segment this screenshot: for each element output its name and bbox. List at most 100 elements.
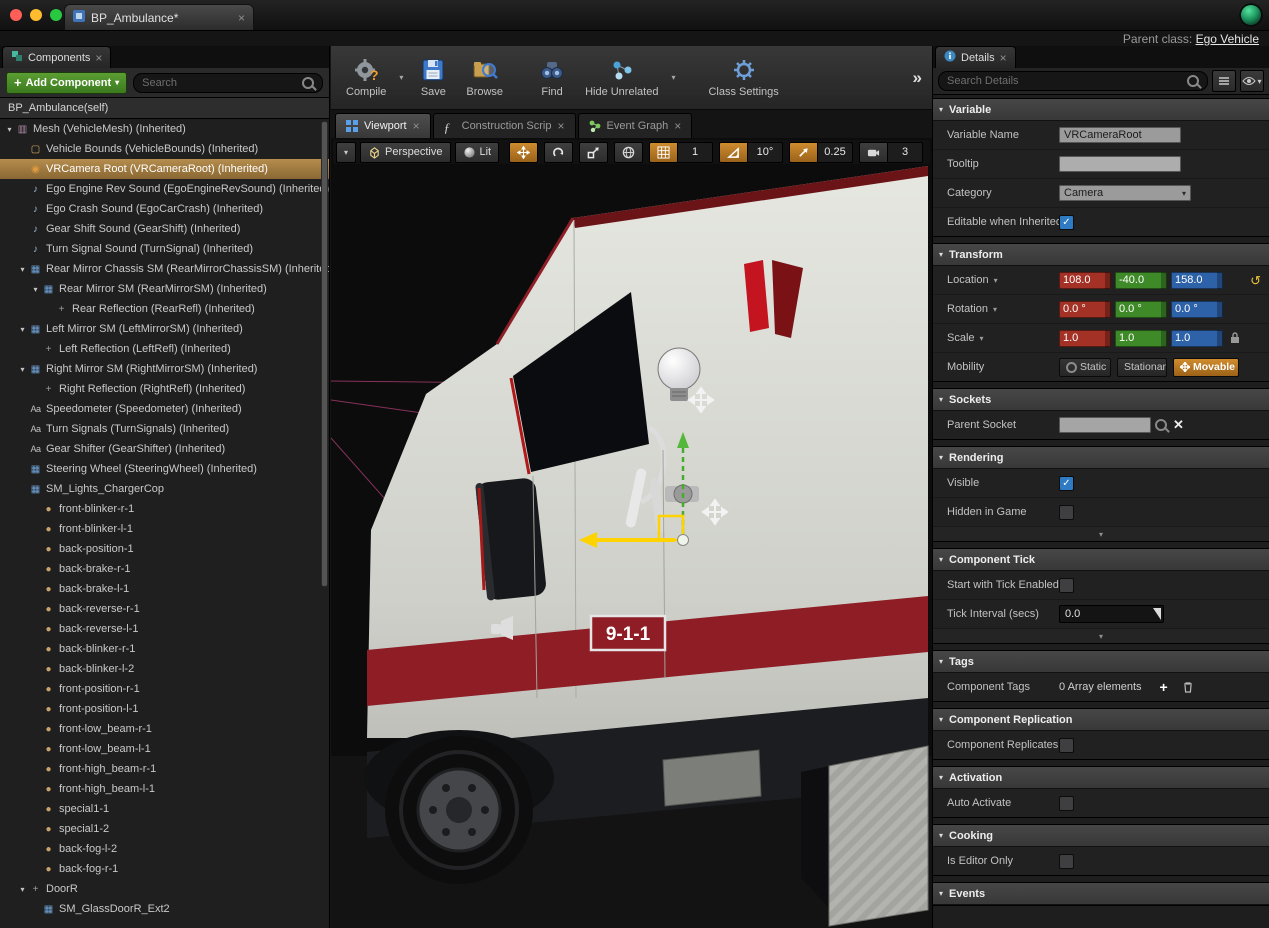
section-header-events[interactable]: ▾Events: [933, 883, 1269, 905]
expander-icon[interactable]: ▾: [4, 125, 15, 134]
axis-z-field[interactable]: 158.0: [1171, 272, 1223, 289]
find-button[interactable]: Find: [530, 53, 574, 102]
delete-elements-icon[interactable]: [1182, 681, 1194, 693]
tab-construction-scrip[interactable]: ƒConstruction Scrip×: [433, 113, 576, 138]
component-front-position-l-1[interactable]: ●front-position-l-1: [0, 699, 329, 719]
component-rear-reflection-rearrefl-inherited[interactable]: +Rear Reflection (RearRefl) (Inherited): [0, 299, 329, 319]
close-icon[interactable]: ×: [1000, 52, 1007, 64]
tooltip-field[interactable]: [1059, 156, 1181, 172]
camera-speed-value[interactable]: 3: [888, 142, 923, 163]
viewport-options-button[interactable]: ▾: [336, 142, 356, 163]
rotate-tool-button[interactable]: [544, 142, 573, 163]
save-button[interactable]: Save: [411, 53, 455, 102]
section-header-sockets[interactable]: ▾Sockets: [933, 389, 1269, 411]
component-back-fog-l-2[interactable]: ●back-fog-l-2: [0, 839, 329, 859]
close-icon[interactable]: ×: [674, 120, 681, 132]
mobility-movable-button[interactable]: Movable: [1173, 358, 1239, 377]
rotation-snap-button[interactable]: [719, 142, 748, 163]
scale-snap-button[interactable]: [789, 142, 818, 163]
globe-icon[interactable]: [1239, 3, 1263, 27]
translate-tool-button[interactable]: [509, 142, 538, 163]
axis-y-field[interactable]: 1.0: [1115, 330, 1167, 347]
component-right-mirror-sm-rightmirrorsm-inherited[interactable]: ▾▦Right Mirror SM (RightMirrorSM) (Inher…: [0, 359, 329, 379]
category-dropdown[interactable]: Camera▾: [1059, 185, 1191, 201]
component-ego-engine-rev-sound-egoenginerevsound-inherited[interactable]: ♪Ego Engine Rev Sound (EgoEngineRevSound…: [0, 179, 329, 199]
component-front-blinker-r-1[interactable]: ●front-blinker-r-1: [0, 499, 329, 519]
component-turn-signal-sound-turnsignal-inherited[interactable]: ♪Turn Signal Sound (TurnSignal) (Inherit…: [0, 239, 329, 259]
section-header-component-replication[interactable]: ▾Component Replication: [933, 709, 1269, 731]
component-special1-2[interactable]: ●special1-2: [0, 819, 329, 839]
scale-tool-button[interactable]: [579, 142, 608, 163]
reset-to-default-icon[interactable]: ↺: [1250, 274, 1261, 287]
component-back-reverse-r-1[interactable]: ●back-reverse-r-1: [0, 599, 329, 619]
component-front-position-r-1[interactable]: ●front-position-r-1: [0, 679, 329, 699]
axis-x-field[interactable]: 1.0: [1059, 330, 1111, 347]
editable-when-inherited-checkbox[interactable]: ✓: [1059, 215, 1074, 230]
lit-mode-button[interactable]: Lit: [455, 142, 500, 163]
toolbar-overflow-chevron[interactable]: »: [913, 68, 926, 88]
visible-checkbox[interactable]: ✓: [1059, 476, 1074, 491]
advanced-expander[interactable]: ▾: [933, 628, 1269, 643]
rotation-snap-value[interactable]: 10°: [748, 142, 783, 163]
close-icon[interactable]: ×: [413, 120, 420, 132]
section-header-rendering[interactable]: ▾Rendering: [933, 447, 1269, 469]
parent-socket-field[interactable]: [1059, 417, 1151, 433]
section-header-transform[interactable]: ▾Transform: [933, 244, 1269, 266]
axis-z-field[interactable]: 0.0 °: [1171, 301, 1223, 318]
scale-snap-value[interactable]: 0.25: [818, 142, 853, 163]
grid-snap-button[interactable]: [649, 142, 678, 163]
lock-icon[interactable]: [1230, 332, 1240, 344]
variable-name-field[interactable]: VRCameraRoot: [1059, 127, 1181, 143]
component-back-brake-r-1[interactable]: ●back-brake-r-1: [0, 559, 329, 579]
details-search-input[interactable]: Search Details: [938, 71, 1208, 91]
component-back-position-1[interactable]: ●back-position-1: [0, 539, 329, 559]
close-icon[interactable]: ×: [95, 52, 102, 64]
auto-activate-checkbox[interactable]: ✓: [1059, 796, 1074, 811]
close-window-button[interactable]: [10, 9, 22, 21]
chevron-down-icon[interactable]: ▾: [980, 334, 984, 343]
component-replicates-checkbox[interactable]: ✓: [1059, 738, 1074, 753]
clear-socket-icon[interactable]: ✕: [1173, 417, 1184, 433]
component-speedometer-speedometer-inherited[interactable]: AaSpeedometer (Speedometer) (Inherited): [0, 399, 329, 419]
component-rear-mirror-sm-rearmirrorsm-inherited[interactable]: ▾▦Rear Mirror SM (RearMirrorSM) (Inherit…: [0, 279, 329, 299]
tab-details[interactable]: Details ×: [935, 46, 1016, 68]
start-with-tick-enabled-checkbox[interactable]: ✓: [1059, 578, 1074, 593]
component-special1-1[interactable]: ●special1-1: [0, 799, 329, 819]
components-scrollbar[interactable]: [321, 121, 328, 924]
advanced-expander[interactable]: ▾: [933, 526, 1269, 541]
axis-x-field[interactable]: 0.0 °: [1059, 301, 1111, 318]
axis-x-field[interactable]: 108.0: [1059, 272, 1111, 289]
parent-class-link[interactable]: Ego Vehicle: [1196, 32, 1259, 46]
close-icon[interactable]: ×: [238, 12, 245, 24]
component-sm-lights-chargercop[interactable]: ▦SM_Lights_ChargerCop: [0, 479, 329, 499]
hidden-in-game-checkbox[interactable]: ✓: [1059, 505, 1074, 520]
component-front-low-beam-r-1[interactable]: ●front-low_beam-r-1: [0, 719, 329, 739]
expander-icon[interactable]: ▾: [17, 365, 28, 374]
hide-unrelated-dropdown[interactable]: ▾: [669, 73, 677, 82]
compile-button[interactable]: ?Compile: [337, 53, 395, 102]
expander-icon[interactable]: ▾: [17, 325, 28, 334]
component-back-blinker-r-1[interactable]: ●back-blinker-r-1: [0, 639, 329, 659]
component-vrcamera-root-vrcameraroot-inherited[interactable]: ◉VRCamera Root (VRCameraRoot) (Inherited…: [0, 159, 329, 179]
section-header-activation[interactable]: ▾Activation: [933, 767, 1269, 789]
mobility-static-button[interactable]: Static: [1059, 358, 1111, 377]
component-doorr[interactable]: ▾+DoorR: [0, 879, 329, 899]
component-gear-shifter-gearshifter-inherited[interactable]: AaGear Shifter (GearShifter) (Inherited): [0, 439, 329, 459]
chevron-down-icon[interactable]: ▾: [993, 305, 997, 314]
tab-components[interactable]: Components ×: [2, 46, 111, 68]
grid-snap-value[interactable]: 1: [678, 142, 713, 163]
component-right-reflection-rightrefl-inherited[interactable]: +Right Reflection (RightRefl) (Inherited…: [0, 379, 329, 399]
component-gear-shift-sound-gearshift-inherited[interactable]: ♪Gear Shift Sound (GearShift) (Inherited…: [0, 219, 329, 239]
browse-button[interactable]: Browse: [457, 53, 512, 102]
hide-unrelated-button[interactable]: Hide Unrelated: [576, 53, 667, 102]
blueprint-self-row[interactable]: BP_Ambulance(self): [0, 98, 329, 119]
components-search-input[interactable]: Search: [133, 73, 323, 93]
component-vehicle-bounds-vehiclebounds-inherited[interactable]: ▢Vehicle Bounds (VehicleBounds) (Inherit…: [0, 139, 329, 159]
asset-tab[interactable]: BP_Ambulance* ×: [64, 4, 254, 30]
world-coordinate-button[interactable]: [614, 142, 643, 163]
tab-viewport[interactable]: Viewport×: [335, 113, 431, 138]
component-back-blinker-l-2[interactable]: ●back-blinker-l-2: [0, 659, 329, 679]
search-icon[interactable]: [1155, 419, 1167, 431]
component-steering-wheel-steeringwheel-inherited[interactable]: ▦Steering Wheel (SteeringWheel) (Inherit…: [0, 459, 329, 479]
compile-dropdown[interactable]: ▾: [397, 73, 405, 82]
